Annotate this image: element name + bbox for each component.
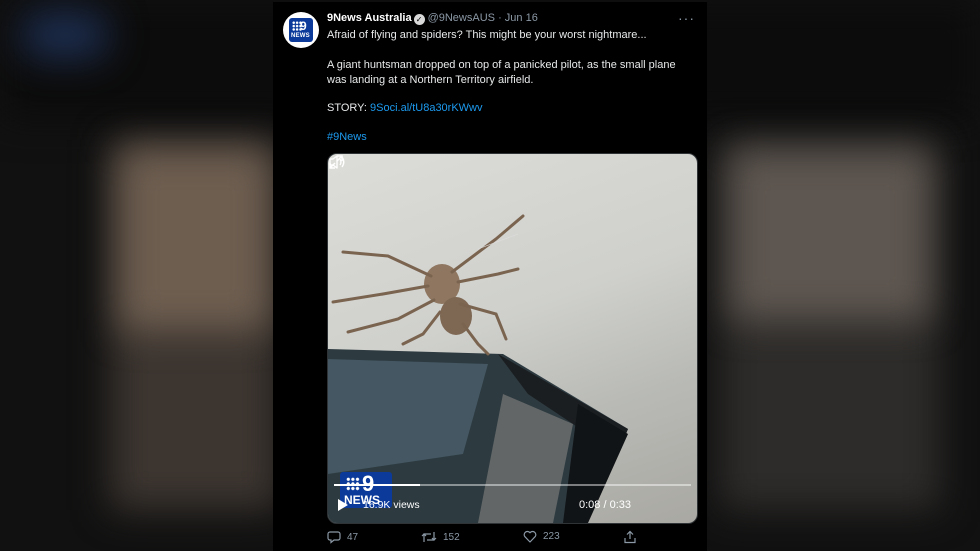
share-button[interactable]	[623, 530, 637, 544]
separator: ·	[498, 12, 502, 24]
author-handle[interactable]: @9NewsAUS	[428, 12, 495, 24]
story-link[interactable]: 9Soci.al/tU8a30rKWwv	[370, 102, 483, 114]
tweet-card[interactable]: 9 NEWS 9News Australia ✓ @9NewsAUS · Jun 1…	[273, 2, 707, 551]
spider-illustration	[331, 214, 525, 356]
verified-badge-icon: ✓	[413, 14, 425, 25]
video-player[interactable]: 9 NEWS 16.9K views 0:08 / 0:33	[327, 153, 698, 524]
video-progress-fill	[334, 484, 421, 486]
tweet-hashtag-line: #9News	[327, 130, 697, 145]
like-button[interactable]: 223	[523, 530, 560, 543]
share-icon	[624, 530, 636, 544]
like-icon	[523, 530, 537, 543]
retweet-button[interactable]: 152	[421, 530, 460, 544]
tweet-date[interactable]: Jun 16	[505, 12, 538, 24]
9news-logo-icon: 9 NEWS	[289, 18, 313, 42]
tweet-header: 9News Australia ✓ @9NewsAUS · Jun 16	[327, 12, 538, 25]
author-name[interactable]: 9News Australia	[327, 12, 412, 24]
hashtag-link[interactable]: #9News	[327, 131, 367, 143]
video-progress-bar[interactable]	[334, 484, 691, 486]
retweet-icon	[421, 532, 437, 542]
view-count: 16.9K views	[363, 499, 420, 511]
video-frame	[328, 214, 628, 523]
retweet-count: 152	[443, 531, 460, 543]
tweet-actions: 47 152 223	[327, 530, 697, 546]
video-time: 0:08 / 0:33	[579, 499, 631, 511]
like-count: 223	[543, 531, 560, 542]
play-icon[interactable]	[338, 499, 348, 511]
story-label: STORY:	[327, 102, 371, 114]
tweet-text-line2: A giant huntsman dropped on top of a pan…	[327, 59, 676, 86]
avatar[interactable]: 9 NEWS	[283, 12, 319, 48]
more-options-icon[interactable]: ···	[678, 10, 695, 26]
tweet-story: STORY: 9Soci.al/tU8a30rKWwv	[327, 101, 697, 116]
reply-count: 47	[347, 531, 359, 543]
reply-icon	[327, 531, 341, 544]
tweet-text-line1: Afraid of flying and spiders? This might…	[327, 29, 647, 41]
expand-icon[interactable]	[328, 154, 344, 170]
reply-button[interactable]: 47	[327, 530, 358, 544]
